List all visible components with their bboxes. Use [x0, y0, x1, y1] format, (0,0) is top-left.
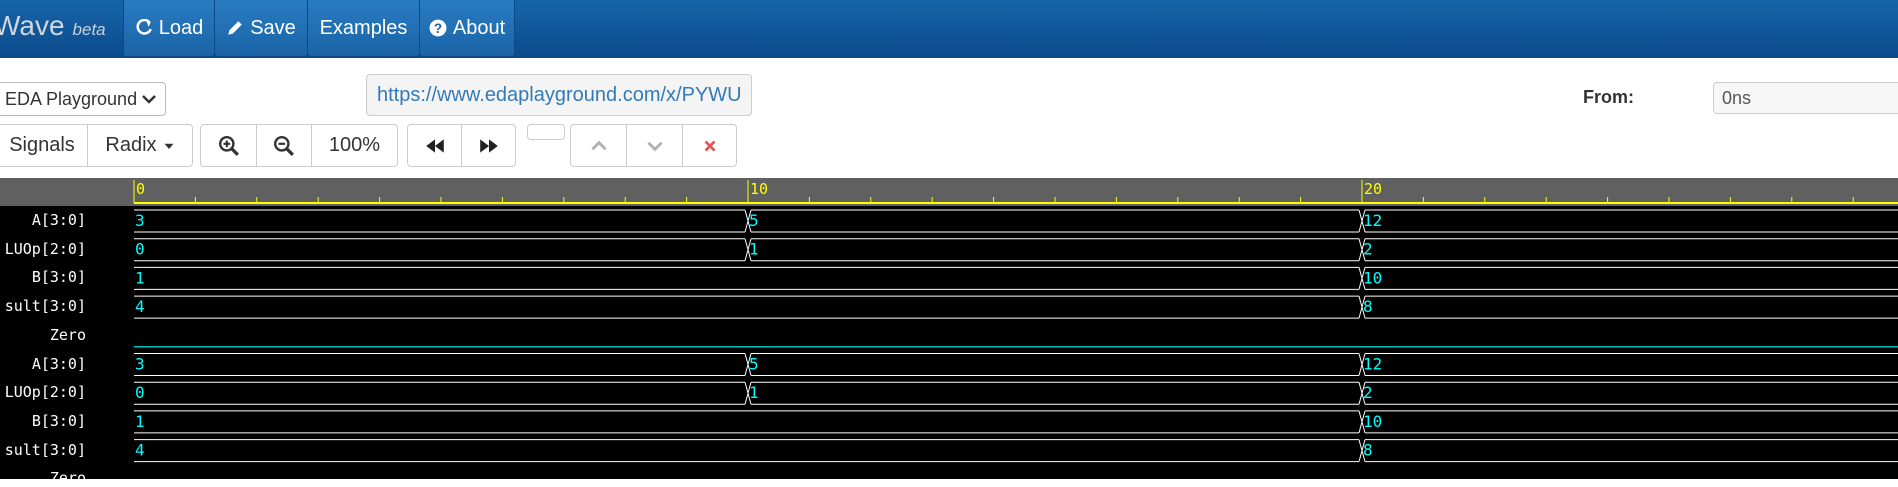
bus-value: 8 [1363, 441, 1373, 460]
ruler-tick-label: 10 [750, 180, 768, 198]
question-circle-icon: ? [429, 19, 447, 37]
about-button[interactable]: ? About [419, 0, 515, 57]
about-label: About [452, 16, 506, 39]
bus-value: 8 [1363, 297, 1373, 316]
chevron-down-icon [646, 141, 663, 151]
close-icon [704, 140, 715, 151]
bus-value: 1 [749, 383, 759, 402]
waveform-canvas[interactable]: 0 10 203 5 120 1 21 104 83 5 120 1 21 104 8 [0, 178, 1898, 479]
from-value: 0ns [1722, 87, 1752, 108]
chevron-down-icon [142, 95, 156, 104]
bus-value: 3 [135, 211, 145, 230]
bus-value: 3 [135, 355, 145, 374]
bus-value: 10 [1363, 412, 1382, 431]
source-select[interactable]: EDA Playground [0, 82, 166, 116]
cursor-time-box[interactable] [527, 124, 565, 140]
pencil-icon [228, 21, 242, 35]
signals-button[interactable]: Signals [0, 124, 88, 167]
zoom-level-value: 100% [328, 134, 381, 156]
zoom-out-icon [273, 135, 294, 156]
bus-value: 2 [1363, 240, 1373, 259]
signals-label: Signals [9, 134, 75, 156]
bus-value: 10 [1363, 268, 1382, 287]
radix-button[interactable]: Radix [87, 124, 193, 167]
source-select-value: EDA Playground [5, 88, 138, 109]
bus-value: 2 [1363, 383, 1373, 402]
zoom-level[interactable]: 100% [311, 124, 398, 167]
remove-signal-button[interactable] [682, 124, 737, 167]
bus-value: 5 [749, 355, 759, 374]
bus-value: 12 [1363, 355, 1382, 374]
examples-button[interactable]: Examples [307, 0, 420, 57]
ruler-tick-label: 0 [136, 180, 145, 198]
caret-down-icon [164, 143, 174, 149]
url-field[interactable]: https://www.edaplayground.com/x/PYWU [366, 74, 752, 116]
zoom-in-button[interactable] [200, 124, 257, 167]
save-label: Save [250, 16, 296, 39]
bus-value: 5 [749, 211, 759, 230]
top-navbar: Wave beta Load Save Examples ? About [0, 0, 1898, 58]
zoom-out-button[interactable] [256, 124, 312, 167]
load-button[interactable]: Load [123, 0, 215, 57]
examples-label: Examples [319, 16, 408, 39]
bus-value: 0 [135, 240, 145, 259]
bus-value: 1 [135, 412, 145, 431]
zoom-in-icon [218, 135, 239, 156]
save-button[interactable]: Save [214, 0, 308, 57]
refresh-icon [136, 19, 152, 35]
url-text: https://www.edaplayground.com/x/PYWU [377, 83, 742, 106]
app-title: Wave [0, 10, 65, 41]
from-label: From: [1583, 87, 1634, 107]
svg-text:?: ? [434, 21, 442, 36]
bus-value: 0 [135, 383, 145, 402]
bus-value: 4 [135, 297, 145, 316]
load-label: Load [158, 16, 204, 39]
bus-value: 4 [135, 441, 145, 460]
app-brand: Wave beta [0, 10, 106, 42]
move-up-button[interactable] [570, 124, 627, 167]
bus-value: 1 [749, 240, 759, 259]
backward-icon [425, 138, 444, 153]
ruler-tick-label: 20 [1364, 180, 1382, 198]
beta-tag: beta [72, 20, 106, 39]
from-input[interactable]: 0ns [1713, 82, 1898, 114]
radix-label: Radix [105, 134, 157, 156]
bus-value: 12 [1363, 211, 1382, 230]
jump-end-button[interactable] [461, 124, 516, 167]
move-down-button[interactable] [626, 124, 683, 167]
jump-start-button[interactable] [407, 124, 462, 167]
forward-icon [479, 138, 498, 153]
chevron-up-icon [590, 140, 607, 150]
bus-value: 1 [135, 268, 145, 287]
